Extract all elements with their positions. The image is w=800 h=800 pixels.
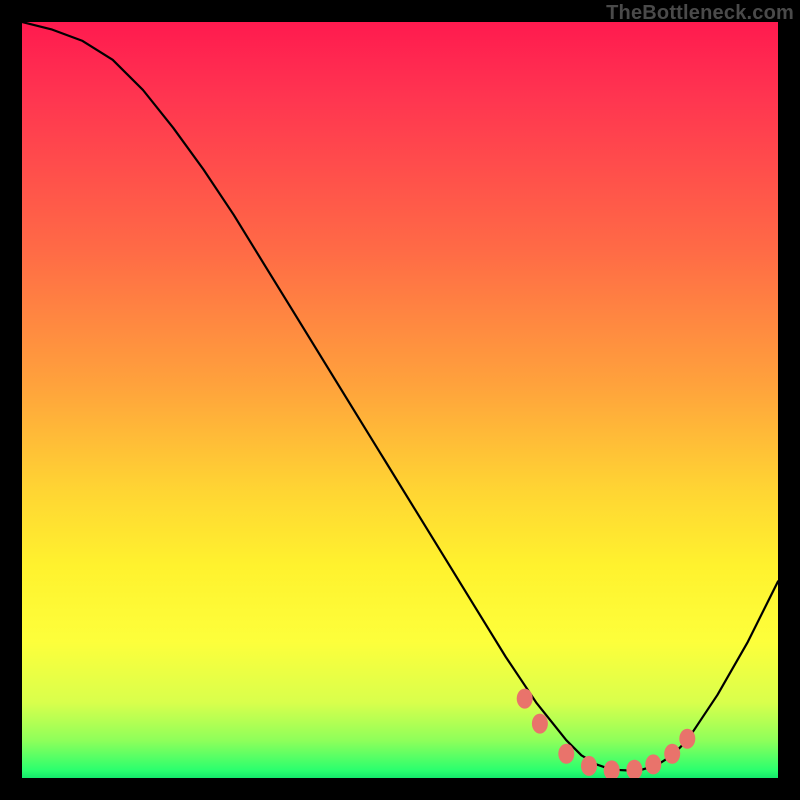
marker-dot [517, 689, 533, 709]
marker-dot [532, 714, 548, 734]
highlight-markers [517, 689, 696, 778]
marker-dot [626, 760, 642, 778]
curve-line [22, 22, 778, 770]
watermark-text: TheBottleneck.com [606, 2, 794, 25]
marker-dot [664, 744, 680, 764]
marker-dot [581, 756, 597, 776]
plot-area [22, 22, 778, 778]
marker-dot [679, 729, 695, 749]
outer-frame: TheBottleneck.com [0, 0, 800, 800]
marker-dot [645, 754, 661, 774]
marker-dot [558, 744, 574, 764]
marker-dot [604, 760, 620, 778]
chart-svg [22, 22, 778, 778]
